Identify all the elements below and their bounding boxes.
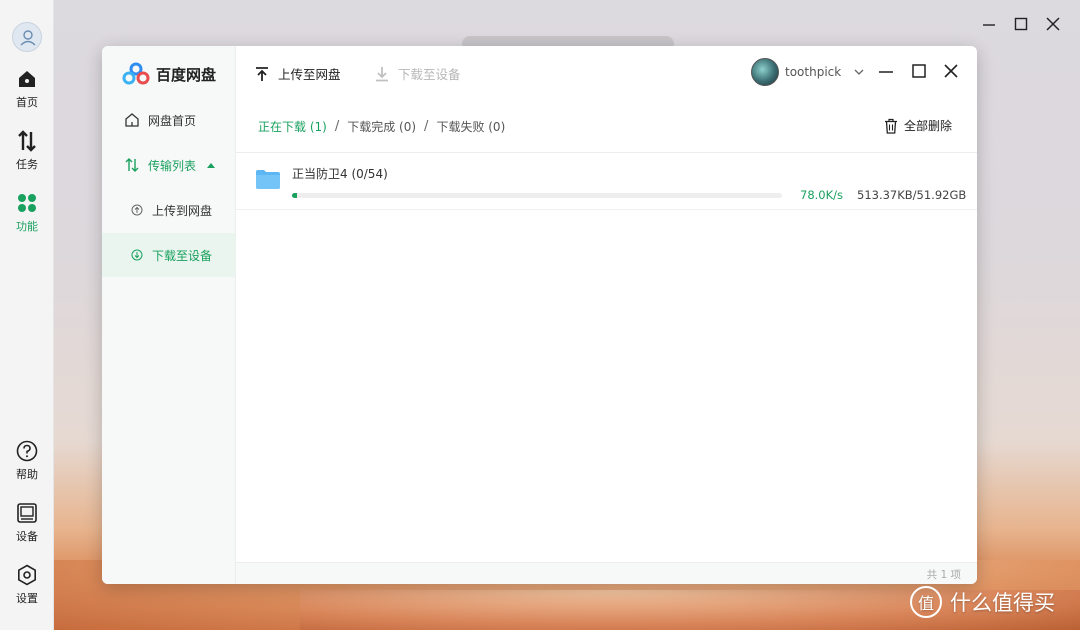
- sidebar-item-label: 下载至设备: [152, 248, 213, 263]
- close-icon: [944, 64, 958, 78]
- username: toothpick: [785, 65, 842, 79]
- app-window: 百度网盘 网盘首页 传输列表 上传到网盘 下载至设备 上传至网盘 下载至设备 t…: [102, 46, 977, 584]
- os-nav-help[interactable]: 帮助: [0, 440, 54, 482]
- watermark: 值 什么值得买: [910, 586, 1055, 618]
- sidebar-item-upload[interactable]: 上传到网盘: [102, 188, 236, 232]
- sidebar-item-label: 上传到网盘: [152, 203, 213, 218]
- status-footer: 共 1 项: [236, 562, 977, 584]
- maximize-icon: [1014, 17, 1028, 31]
- sidebar-item-home[interactable]: 网盘首页: [102, 98, 236, 142]
- app-maximize-button[interactable]: [911, 62, 927, 82]
- watermark-text: 什么值得买: [950, 591, 1055, 615]
- sidebar-item-transfer-list[interactable]: 传输列表: [102, 143, 236, 187]
- baidu-netdisk-logo-icon: [122, 62, 150, 85]
- os-nav-label: 任务: [16, 158, 38, 171]
- os-nav-label: 设备: [16, 530, 38, 543]
- os-nav-device[interactable]: 设备: [0, 502, 54, 544]
- os-sidebar: 首页 任务 功能 帮助 设备 设置: [0, 0, 54, 630]
- os-nav-label: 帮助: [16, 468, 38, 481]
- upload-button[interactable]: 上传至网盘: [254, 64, 341, 83]
- transfer-icon: [18, 130, 36, 152]
- chevron-down-icon: [854, 69, 864, 75]
- watermark-logo: 值: [910, 586, 942, 618]
- home-outline-icon: [125, 113, 139, 127]
- tab-failed[interactable]: 下载失败 (0): [436, 118, 505, 135]
- tab-downloading[interactable]: 正在下载 (1): [258, 118, 327, 135]
- apps-icon: [18, 194, 36, 212]
- download-button[interactable]: 下载至设备: [374, 64, 461, 83]
- minimize-icon: [879, 71, 893, 73]
- os-nav-home[interactable]: 首页: [0, 68, 54, 110]
- delete-all-label: 全部删除: [904, 119, 953, 133]
- task-progress-fill: [292, 193, 297, 198]
- caret-up-icon: [207, 163, 216, 168]
- os-close-button[interactable]: [1045, 16, 1061, 36]
- os-nav-label: 设置: [16, 592, 38, 605]
- app-minimize-button[interactable]: [878, 62, 894, 82]
- tab-separator: /: [334, 119, 340, 134]
- trash-icon: [885, 118, 897, 134]
- folder-icon: [256, 170, 280, 189]
- home-icon: [19, 71, 35, 87]
- settings-icon: [18, 564, 36, 586]
- tab-completed[interactable]: 下载完成 (0): [347, 118, 416, 135]
- os-nav-functions[interactable]: 功能: [0, 192, 54, 234]
- user-avatar: [751, 58, 779, 86]
- upload-button-label: 上传至网盘: [278, 67, 341, 82]
- download-circle-icon: [131, 249, 143, 261]
- maximize-icon: [912, 64, 926, 78]
- minimize-icon: [983, 24, 995, 26]
- user-menu[interactable]: toothpick: [751, 58, 865, 86]
- upload-circle-icon: [131, 204, 143, 216]
- task-progress-bar: [292, 193, 782, 198]
- item-count: 共 1 项: [926, 569, 961, 581]
- upload-icon: [256, 66, 268, 81]
- os-maximize-button[interactable]: [1013, 16, 1029, 36]
- sidebar-item-download[interactable]: 下载至设备: [102, 233, 236, 277]
- task-size: 513.37KB/51.92GB: [857, 188, 967, 202]
- os-nav-tasks[interactable]: 任务: [0, 130, 54, 172]
- device-icon: [17, 503, 37, 523]
- user-icon: [20, 30, 36, 46]
- task-speed: 78.0K/s: [800, 188, 844, 202]
- user-avatar[interactable]: [12, 22, 42, 52]
- os-nav-label: 首页: [16, 96, 38, 109]
- os-nav-label: 功能: [16, 220, 38, 233]
- tab-separator: /: [424, 119, 429, 134]
- help-icon: [16, 440, 38, 462]
- download-task-row[interactable]: 正当防卫4 (0/54) 78.0K/s 513.37KB/51.92GB: [236, 153, 977, 210]
- os-minimize-button[interactable]: [981, 16, 997, 36]
- os-nav-settings[interactable]: 设置: [0, 564, 54, 606]
- app-sidebar: 百度网盘 网盘首页 传输列表 上传到网盘 下载至设备: [102, 46, 236, 584]
- download-icon: [376, 66, 388, 81]
- sidebar-item-label: 网盘首页: [148, 113, 197, 128]
- transfer-icon: [125, 158, 139, 172]
- download-button-label: 下载至设备: [398, 67, 461, 82]
- close-icon: [1046, 17, 1060, 31]
- app-name: 百度网盘: [156, 65, 217, 84]
- delete-all-button[interactable]: 全部删除: [884, 117, 952, 134]
- app-close-button[interactable]: [943, 62, 959, 82]
- download-status-tabs: 正在下载 (1) / 下载完成 (0) / 下载失败 (0): [258, 118, 505, 135]
- app-logo: 百度网盘: [122, 62, 216, 86]
- sidebar-item-label: 传输列表: [148, 158, 197, 173]
- task-name: 正当防卫4 (0/54): [292, 167, 388, 181]
